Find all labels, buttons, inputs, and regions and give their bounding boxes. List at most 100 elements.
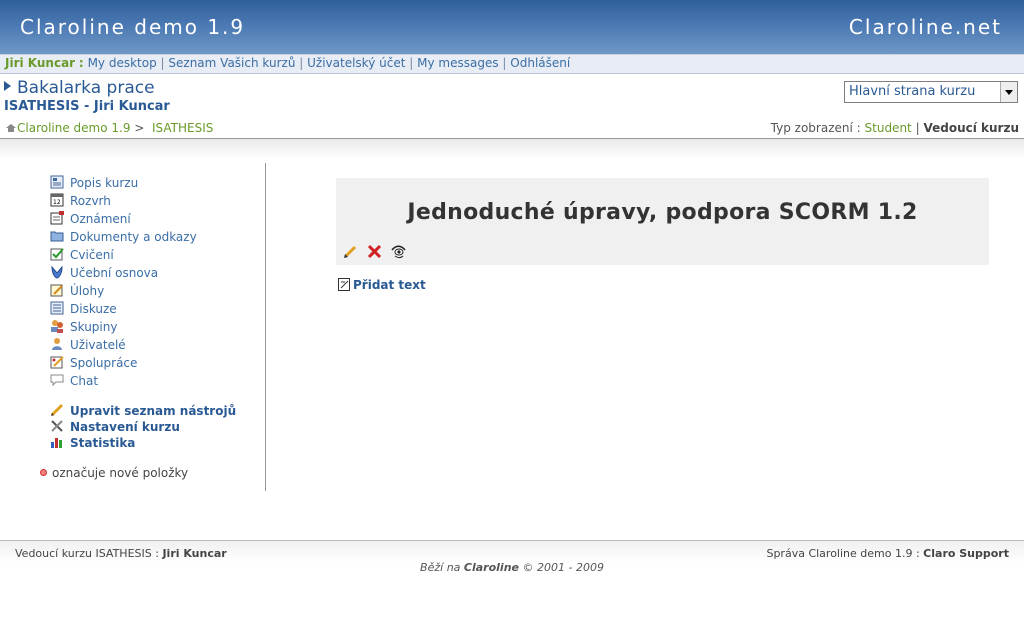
- user-name: Jiri Kuncar: [5, 56, 76, 70]
- sidebar-divider: [265, 163, 266, 491]
- visibility-eye-icon[interactable]: [391, 244, 406, 259]
- groups-icon: [51, 320, 63, 333]
- tool-documents[interactable]: Dokumenty a odkazy: [50, 228, 264, 246]
- tool-label[interactable]: Nastavení kurzu: [70, 420, 180, 434]
- view-mode-manager: Vedoucí kurzu: [923, 121, 1019, 135]
- breadcrumb-home[interactable]: Claroline demo 1.9: [17, 121, 130, 135]
- tool-label[interactable]: Statistika: [70, 436, 135, 450]
- svg-text:12: 12: [53, 199, 61, 206]
- tool-calendar[interactable]: 12 Rozvrh: [50, 192, 264, 210]
- tool-label[interactable]: Spolupráce: [70, 356, 137, 370]
- assignment-icon: [50, 284, 63, 297]
- footer-admin-name[interactable]: Claro Support: [923, 547, 1009, 560]
- user-bar: Jiri Kuncar : My desktop | Seznam Vašich…: [0, 54, 1024, 74]
- course-tool-select[interactable]: Hlavní strana kurzu: [844, 81, 1018, 103]
- tool-forums[interactable]: Diskuze: [50, 300, 264, 318]
- separator: |: [160, 56, 165, 70]
- tool-label[interactable]: Cvičení: [70, 248, 114, 262]
- add-text-icon: [338, 278, 350, 291]
- breadcrumb-current[interactable]: ISATHESIS: [152, 121, 213, 135]
- tools-icon: [51, 420, 63, 432]
- course-description-icon: [50, 175, 64, 189]
- delete-icon[interactable]: [367, 244, 382, 259]
- tool-label[interactable]: Oznámení: [70, 212, 131, 226]
- edit-icon[interactable]: [343, 244, 358, 259]
- add-text-label[interactable]: Přidat text: [353, 278, 426, 292]
- course-tool-list: Popis kurzu 12 Rozvrh Oznámení Dokumenty …: [50, 174, 264, 451]
- home-icon: [6, 124, 16, 132]
- tool-users[interactable]: Uživatelé: [50, 336, 264, 354]
- tool-label[interactable]: Diskuze: [70, 302, 117, 316]
- folder-icon: [50, 231, 64, 242]
- add-text-link[interactable]: Přidat text: [338, 278, 426, 292]
- course-subtitle: ISATHESIS - Jiri Kuncar: [4, 99, 170, 114]
- stats-icon: [51, 438, 62, 448]
- user-name-colon: :: [78, 56, 84, 70]
- forum-icon: [50, 301, 64, 315]
- footer-manager-label: Vedoucí kurzu ISATHESIS :: [15, 547, 159, 560]
- calendar-icon: 12: [50, 193, 64, 207]
- separator: |: [409, 56, 414, 70]
- tool-exercises[interactable]: Cvičení: [50, 246, 264, 264]
- footer-manager-name[interactable]: Jiri Kuncar: [162, 547, 226, 560]
- tool-label[interactable]: Chat: [70, 374, 98, 388]
- wiki-icon: [50, 356, 64, 369]
- course-code: ISATHESIS: [4, 99, 80, 114]
- footer-powered-by: Běží na Claroline © 2001 - 2009: [0, 561, 1024, 574]
- tool-assignments[interactable]: Úlohy: [50, 282, 264, 300]
- tool-chat[interactable]: Chat: [50, 372, 264, 390]
- header-shadow: [0, 139, 1024, 159]
- breadcrumb-separator: >: [134, 121, 145, 135]
- my-courses-link[interactable]: Seznam Vašich kurzů: [168, 56, 295, 70]
- user-icon: [52, 338, 62, 350]
- pencil-icon: [50, 403, 64, 417]
- tool-label[interactable]: Učební osnova: [70, 266, 158, 280]
- chevron-down-icon[interactable]: [1000, 82, 1017, 102]
- separator: |: [299, 56, 304, 70]
- tool-label[interactable]: Popis kurzu: [70, 176, 138, 190]
- tool-course-description[interactable]: Popis kurzu: [50, 174, 264, 192]
- tool-course-settings[interactable]: Nastavení kurzu: [50, 419, 264, 435]
- logout-link[interactable]: Odhlášení: [510, 56, 570, 70]
- footer-course-manager: Vedoucí kurzu ISATHESIS : Jiri Kuncar: [15, 547, 227, 560]
- footer-admin-label: Správa Claroline demo 1.9 :: [766, 547, 920, 560]
- my-desktop-link[interactable]: My desktop: [88, 56, 157, 70]
- footer-platform-admin: Správa Claroline demo 1.9 : Claro Suppor…: [766, 547, 1009, 560]
- chat-icon: [50, 374, 64, 387]
- my-messages-link[interactable]: My messages: [417, 56, 498, 70]
- tool-label[interactable]: Rozvrh: [70, 194, 111, 208]
- user-account-link[interactable]: Uživatelský účet: [307, 56, 405, 70]
- exercise-icon: [50, 248, 64, 261]
- tool-label[interactable]: Skupiny: [70, 320, 117, 334]
- view-mode-separator: |: [915, 121, 920, 135]
- intro-actions: [343, 244, 411, 260]
- course-title[interactable]: Bakalarka prace: [4, 78, 155, 98]
- new-items-legend: označuje nové položky: [40, 466, 188, 480]
- legend-text: označuje nové položky: [52, 466, 189, 480]
- tool-label[interactable]: Upravit seznam nástrojů: [70, 404, 236, 418]
- site-link[interactable]: Claroline.net: [849, 15, 1002, 39]
- powered-suffix: © 2001 - 2009: [522, 561, 604, 574]
- triangle-right-icon: [4, 81, 11, 91]
- course-title-text[interactable]: Bakalarka prace: [17, 78, 155, 98]
- tool-announcements[interactable]: Oznámení: [50, 210, 264, 228]
- view-mode: Typ zobrazení : Student | Vedoucí kurzu: [771, 121, 1019, 135]
- powered-name[interactable]: Claroline: [464, 561, 519, 574]
- separator: |: [502, 56, 507, 70]
- tool-label[interactable]: Uživatelé: [70, 338, 126, 352]
- tool-edit-tools[interactable]: Upravit seznam nástrojů: [50, 403, 264, 419]
- tool-label[interactable]: Úlohy: [70, 284, 104, 298]
- view-mode-student[interactable]: Student: [865, 121, 912, 135]
- tool-learning-path[interactable]: Učební osnova: [50, 264, 264, 282]
- site-title[interactable]: Claroline demo 1.9: [20, 15, 245, 39]
- tool-groups[interactable]: Skupiny: [50, 318, 264, 336]
- tool-statistics[interactable]: Statistika: [50, 435, 264, 451]
- powered-prefix: Běží na: [420, 561, 461, 574]
- course-intro-box: Jednoduché úpravy, podpora SCORM 1.2: [336, 178, 989, 265]
- tool-label[interactable]: Dokumenty a odkazy: [70, 230, 197, 244]
- tool-wiki[interactable]: Spolupráce: [50, 354, 264, 372]
- course-intro-title: Jednoduché úpravy, podpora SCORM 1.2: [407, 200, 918, 225]
- course-holder: Jiri Kuncar: [93, 99, 170, 114]
- course-tool-select-value: Hlavní strana kurzu: [849, 84, 976, 99]
